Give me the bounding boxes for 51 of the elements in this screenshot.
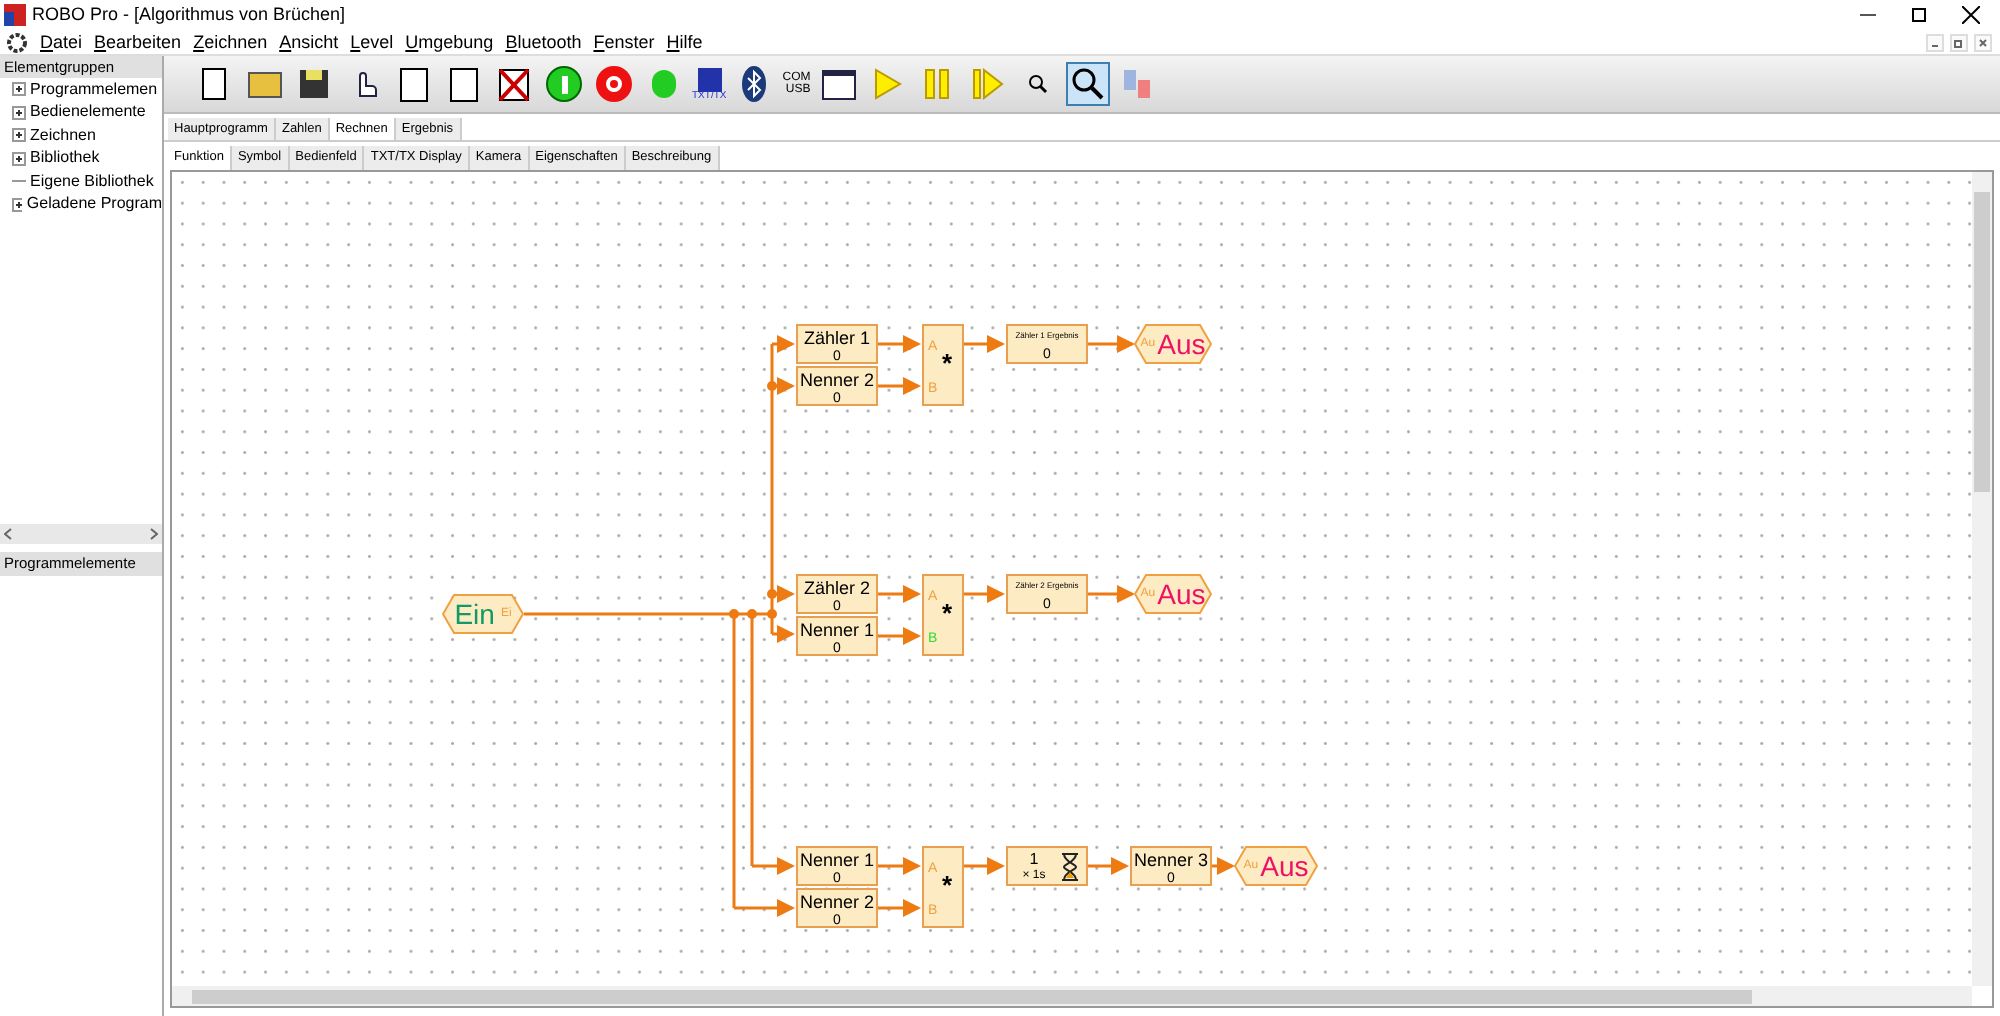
junction-dot [729, 609, 739, 619]
wire-connector [878, 335, 921, 353]
hourglass-icon [1060, 851, 1080, 881]
tree-item[interactable]: Bibliothek [30, 146, 100, 171]
wire-connector [964, 585, 1005, 603]
wire-connector [964, 335, 1005, 353]
wire-connector [878, 857, 921, 875]
menu-item[interactable]: Hilfe [660, 33, 709, 51]
junction-dot [767, 381, 777, 391]
wire-connector [878, 585, 921, 603]
expand-icon[interactable] [12, 197, 23, 212]
gear-icon[interactable] [6, 31, 28, 53]
menu-item[interactable]: Bearbeiten [88, 33, 188, 51]
tree-item[interactable]: Bedienelemente [30, 100, 146, 125]
menu-item[interactable]: Ansicht [273, 33, 345, 51]
vertical-scrollbar[interactable] [1972, 172, 1992, 986]
zoom-button[interactable] [1066, 62, 1111, 106]
wire-connector [878, 899, 921, 917]
close-button[interactable] [1962, 6, 1980, 24]
app-logo-icon [4, 4, 26, 26]
wire-connector [964, 857, 1005, 875]
minimize-button[interactable] [1926, 33, 1944, 51]
tree-item[interactable]: Zeichnen [30, 123, 96, 148]
window-title: ROBO Pro - [Algorithmus von Brüchen] [32, 1, 346, 28]
tree-item[interactable]: Programmelemen [30, 78, 158, 102]
restore-button[interactable] [1912, 8, 1926, 22]
scroll-right-icon[interactable] [150, 528, 158, 540]
scroll-left-icon[interactable] [4, 528, 12, 540]
wire-connector [1088, 857, 1129, 875]
menu-item[interactable]: Level [344, 33, 400, 51]
expand-icon[interactable] [12, 128, 26, 143]
junction-dot [767, 609, 777, 619]
menu-item[interactable]: Fenster [587, 33, 661, 51]
wire-connector [1212, 857, 1235, 875]
junction-dot [767, 589, 777, 599]
wire-connector [878, 627, 921, 645]
menu-item[interactable]: Umgebung [399, 33, 500, 51]
wire-connector [878, 377, 921, 395]
expand-icon[interactable] [12, 82, 26, 97]
tree-item[interactable]: Eigene Bibliothek [30, 169, 154, 194]
menu-item[interactable]: Bluetooth [499, 33, 588, 51]
expand-icon[interactable] [12, 151, 26, 166]
tree-item[interactable]: Geladene Program [26, 192, 162, 217]
expand-icon[interactable] [12, 105, 26, 120]
wire-connector [1088, 585, 1135, 603]
menu-item[interactable]: Datei [34, 33, 89, 51]
horizontal-scrollbar[interactable] [172, 986, 1972, 1006]
menu-item[interactable]: Zeichnen [187, 33, 274, 51]
horizontal-scrollbar[interactable] [0, 524, 162, 544]
wire-connector [1088, 335, 1135, 353]
junction-dot [747, 609, 757, 619]
